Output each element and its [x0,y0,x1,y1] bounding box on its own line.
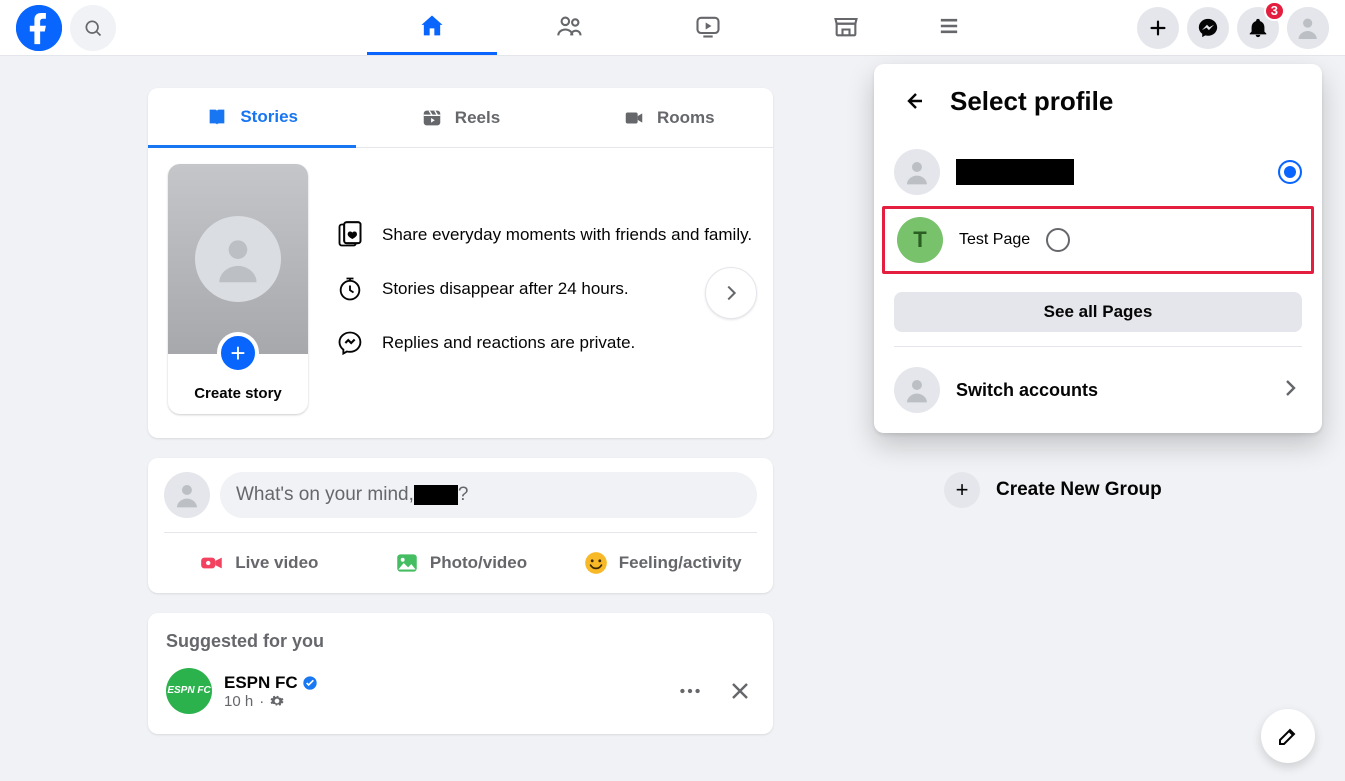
switch-accounts-row[interactable]: Switch accounts [874,357,1322,431]
verified-icon [302,675,318,691]
switch-avatar [894,367,940,413]
composer-action-label: Live video [235,553,318,573]
create-story-tile[interactable]: + Create story [168,164,308,414]
stories-info-text: Stories disappear after 24 hours. [382,279,629,299]
composer-action-label: Photo/video [430,553,527,573]
tab-reels[interactable]: Reels [356,88,564,148]
cards-heart-icon [336,221,364,249]
nav-tab-home[interactable] [367,1,497,55]
messenger-button[interactable] [1187,7,1229,49]
compose-fab[interactable] [1261,709,1315,763]
create-button[interactable] [1137,7,1179,49]
post-timestamp: 10 h [224,693,253,710]
facebook-logo[interactable] [16,5,62,51]
profile-name: Test Page [959,231,1030,249]
composer-card: What's on your mind, ? Live video Photo/… [148,458,773,593]
suggested-heading: Suggested for you [148,613,773,662]
suggested-card: Suggested for you ESPN FC ESPN FC 10 h · [148,613,773,734]
radio-unselected[interactable] [1046,228,1070,252]
see-all-pages-button[interactable]: See all Pages [894,292,1302,332]
feed-column: Stories Reels Rooms + Create story Share… [148,56,773,734]
feeling-icon [583,550,609,576]
nav-left [16,5,367,51]
composer-placeholder-prefix: What's on your mind, [236,484,414,506]
nav-tab-friends[interactable] [505,1,635,55]
profile-row-test-page[interactable]: T Test Page [885,209,1311,271]
tab-rooms[interactable]: Rooms [565,88,773,148]
live-video-icon [199,550,225,576]
stories-card: Stories Reels Rooms + Create story Share… [148,88,773,438]
composer-action-label: Feeling/activity [619,553,742,573]
reels-icon [421,107,443,129]
select-profile-popover: Select profile T Test Page See all Pages… [874,64,1322,433]
create-group-label: Create New Group [996,479,1162,501]
tab-label: Rooms [657,108,715,128]
redacted-name [414,485,458,505]
notifications-badge: 3 [1264,1,1285,21]
rooms-icon [623,107,645,129]
profile-avatar [894,149,940,195]
nav-center [367,1,979,55]
notifications-button[interactable]: 3 [1237,7,1279,49]
tab-label: Reels [455,108,500,128]
tab-stories[interactable]: Stories [148,88,356,148]
profile-row-test-page-highlight: T Test Page [882,206,1314,274]
composer-input[interactable]: What's on your mind, ? [220,472,757,518]
plus-icon: + [217,332,259,374]
nav-tab-menu[interactable] [919,1,979,55]
stories-next-button[interactable] [705,267,757,319]
edit-icon [1276,724,1300,748]
photo-icon [394,550,420,576]
plus-icon: + [944,472,980,508]
post-dismiss-button[interactable] [725,676,755,706]
see-all-label: See all Pages [1044,302,1153,322]
composer-placeholder-suffix: ? [458,484,469,506]
search-button[interactable] [70,5,116,51]
redacted-name [956,159,1074,185]
stories-info: Share everyday moments with friends and … [336,221,752,357]
popover-title: Select profile [950,86,1113,117]
composer-live-video[interactable]: Live video [158,541,360,585]
tab-label: Stories [240,107,298,127]
create-new-group[interactable]: + Create New Group [944,472,1162,508]
book-icon [206,106,228,128]
composer-avatar[interactable] [164,472,210,518]
post-author[interactable]: ESPN FC [224,673,298,693]
composer-feeling[interactable]: Feeling/activity [561,541,763,585]
nav-tab-marketplace[interactable] [781,1,911,55]
post-menu-button[interactable] [675,676,705,706]
profile-name [956,159,1262,185]
profile-row-personal[interactable] [874,138,1322,206]
messenger-icon [336,329,364,357]
composer-photo-video[interactable]: Photo/video [360,541,562,585]
stories-info-text: Replies and reactions are private. [382,333,635,353]
post-meta: ESPN FC 10 h · [224,673,663,710]
nav-right: 3 [1137,7,1329,49]
stories-info-text: Share everyday moments with friends and … [382,225,752,245]
stories-tabs: Stories Reels Rooms [148,88,773,148]
back-button[interactable] [894,82,932,120]
post-avatar-espn[interactable]: ESPN FC [166,668,212,714]
gear-icon [270,694,284,708]
top-nav: 3 [0,0,1345,56]
switch-label: Switch accounts [956,380,1262,401]
profile-list: T Test Page [874,134,1322,278]
account-avatar[interactable] [1287,7,1329,49]
page-avatar: T [897,217,943,263]
clock-icon [336,275,364,303]
radio-selected[interactable] [1278,160,1302,184]
nav-tab-watch[interactable] [643,1,773,55]
chevron-right-icon [1278,376,1302,405]
